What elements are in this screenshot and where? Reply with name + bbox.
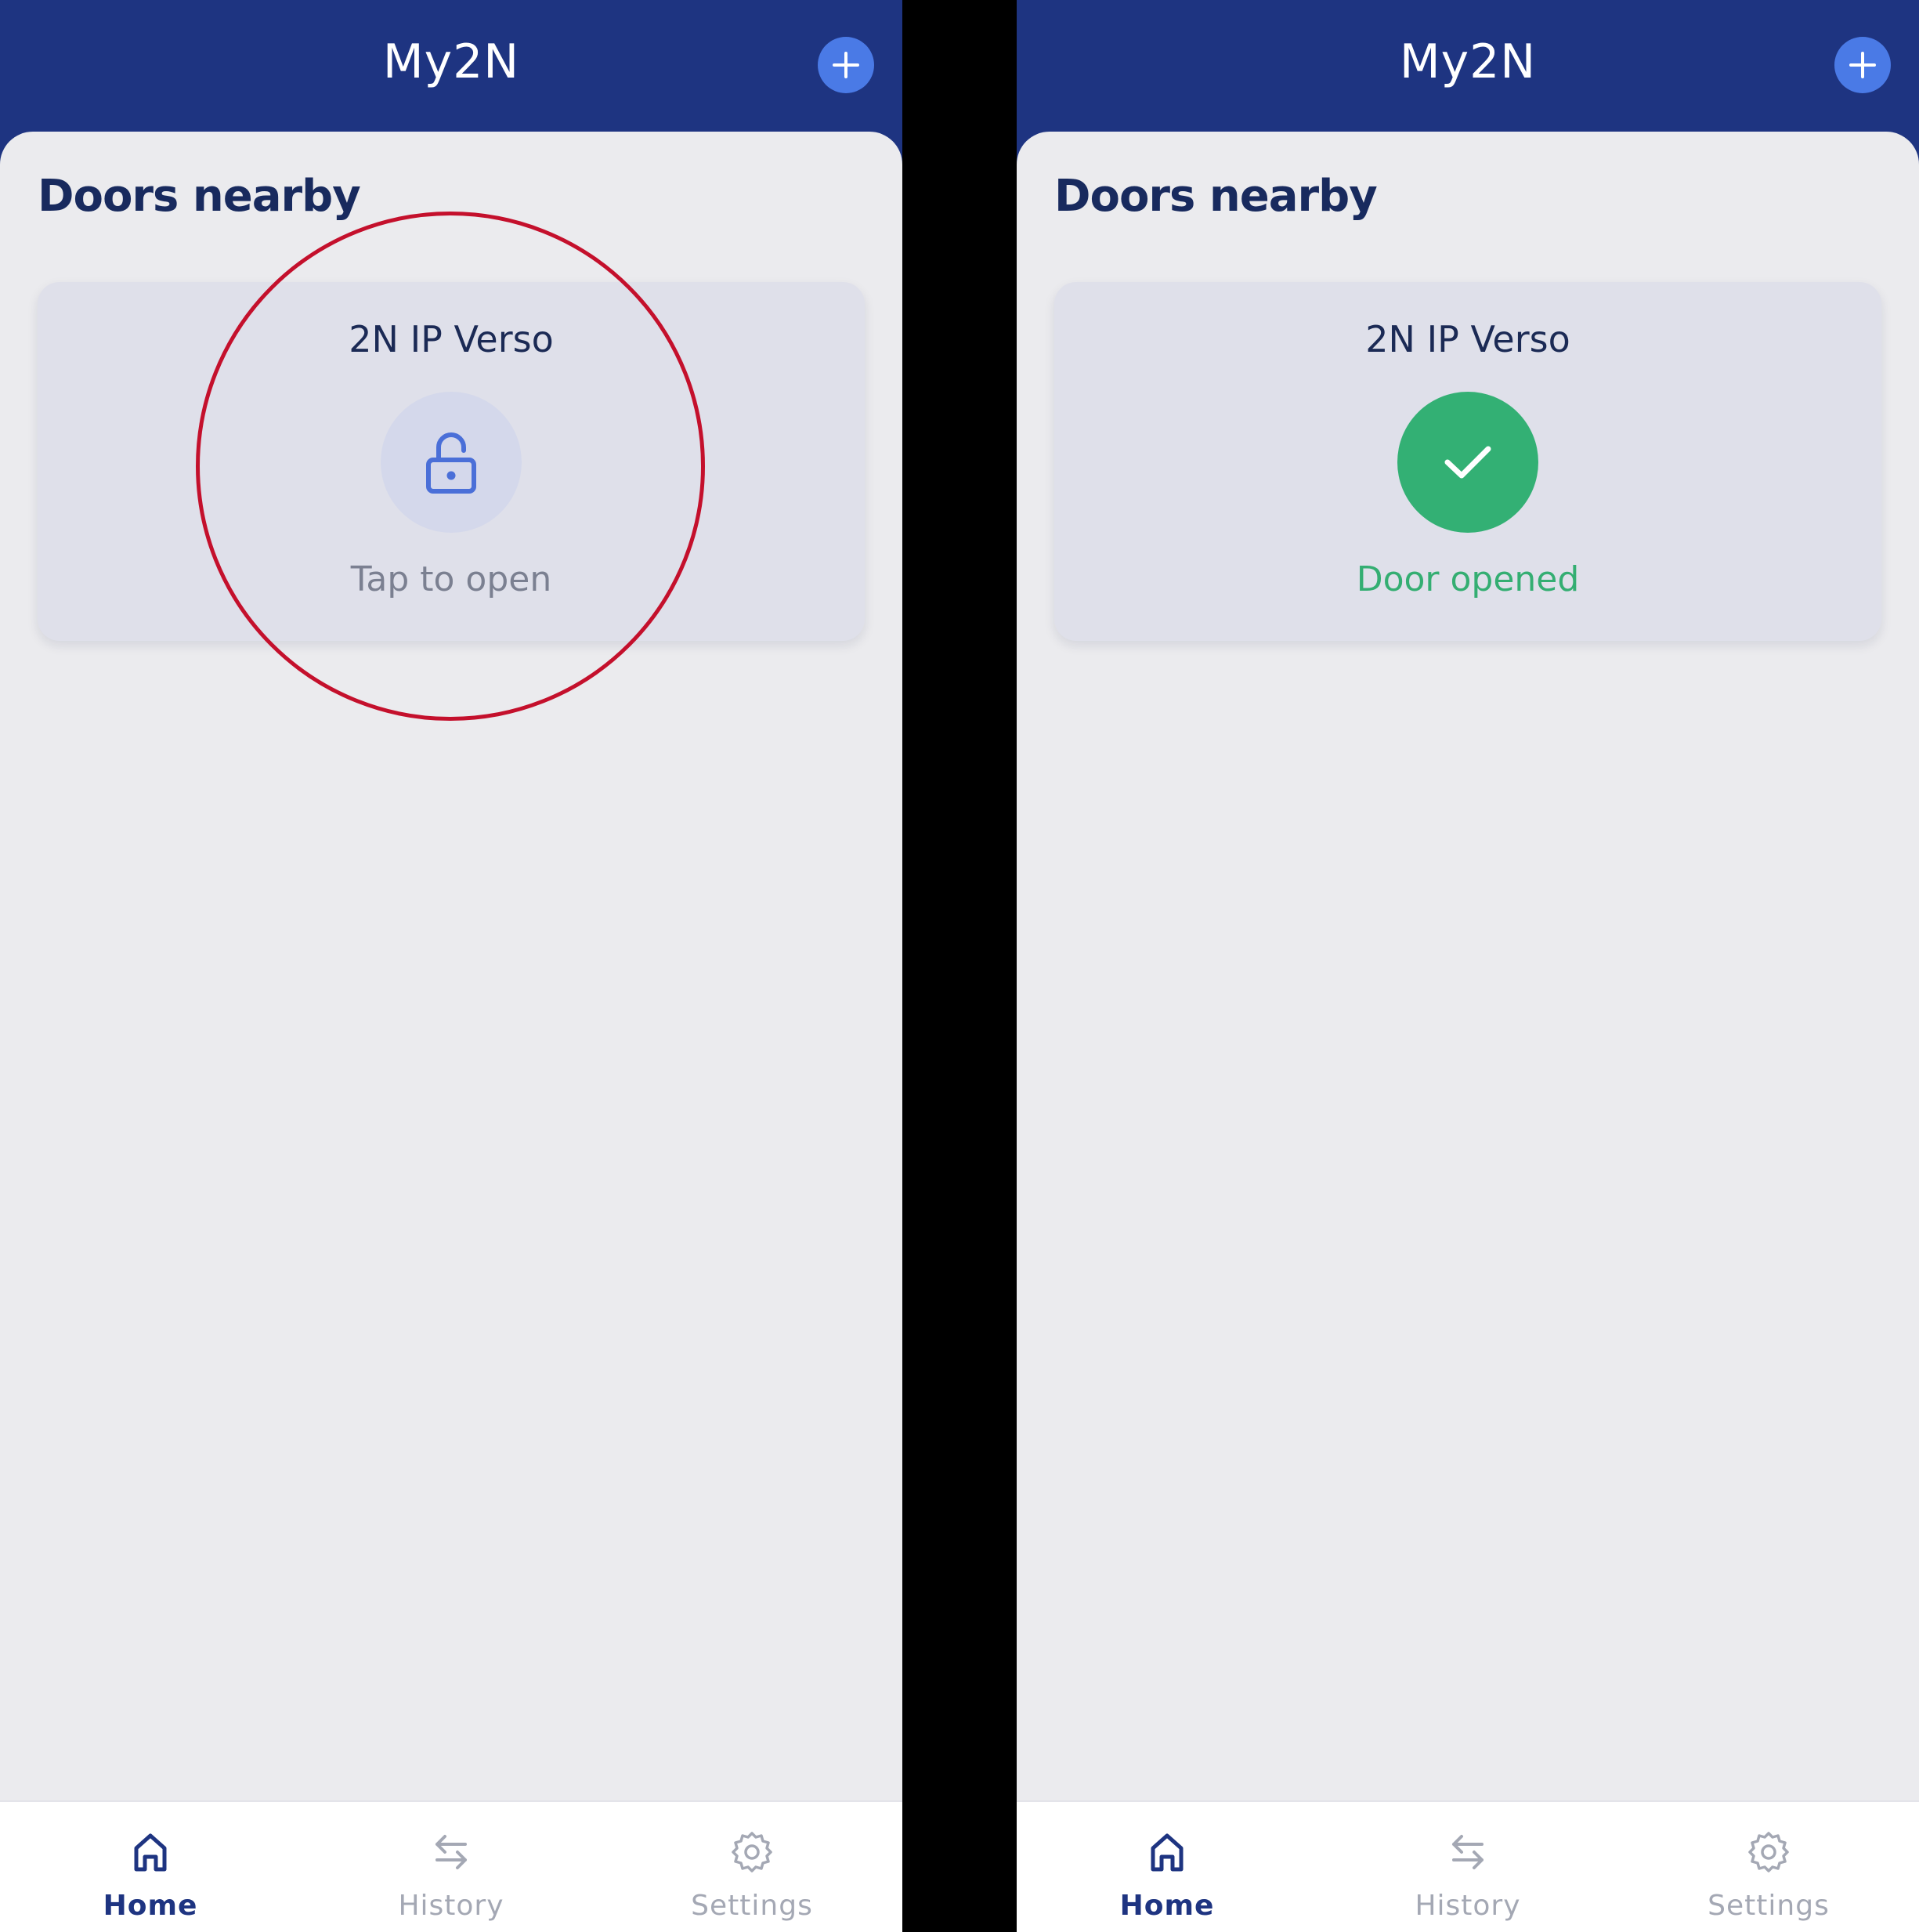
swap-arrows-icon: [1452, 1835, 1484, 1869]
nav-settings-label: Settings: [691, 1890, 813, 1922]
nav-history[interactable]: History: [301, 1802, 602, 1932]
add-button[interactable]: [1834, 37, 1891, 93]
highlight-circle: [196, 212, 705, 721]
door-opened-indicator[interactable]: [1397, 392, 1538, 533]
app-header: My2N: [0, 0, 902, 132]
nav-home-label: Home: [1119, 1890, 1215, 1922]
home-icon: [1151, 1833, 1184, 1872]
nav-history-label: History: [398, 1890, 504, 1922]
bottom-nav: Home History Settings: [0, 1800, 902, 1932]
section-title: Doors nearby: [1054, 171, 1378, 222]
gear-icon: [1748, 1832, 1789, 1872]
swap-arrows-icon: [435, 1835, 467, 1869]
nav-settings[interactable]: Settings: [602, 1802, 902, 1932]
door-card[interactable]: 2N IP Verso Door opened: [1054, 282, 1881, 641]
phone-screen-after: My2N Doors nearby 2N IP Verso Door opene…: [1017, 0, 1919, 1932]
gear-icon: [732, 1832, 772, 1872]
nav-home[interactable]: Home: [0, 1802, 301, 1932]
app-title: My2N: [382, 34, 520, 89]
nav-history[interactable]: History: [1317, 1802, 1618, 1932]
door-status: Door opened: [1356, 559, 1580, 599]
nav-settings-label: Settings: [1708, 1890, 1830, 1922]
checkmark-icon: [1444, 446, 1491, 479]
nav-history-label: History: [1415, 1890, 1521, 1922]
nav-home-label: Home: [103, 1890, 198, 1922]
plus-icon: [833, 52, 859, 78]
home-icon: [134, 1833, 167, 1872]
section-title: Doors nearby: [38, 171, 361, 222]
app-header: My2N: [1017, 0, 1919, 132]
add-button[interactable]: [818, 37, 874, 93]
nav-settings[interactable]: Settings: [1618, 1802, 1919, 1932]
phone-screen-before: My2N Doors nearby 2N IP Verso Tap to ope…: [0, 0, 902, 1932]
plus-icon: [1849, 52, 1876, 78]
door-name: 2N IP Verso: [1365, 318, 1570, 360]
content-sheet: Doors nearby 2N IP Verso Door opened: [1017, 132, 1919, 1800]
bottom-nav: Home History Settings: [1017, 1800, 1919, 1932]
nav-home[interactable]: Home: [1017, 1802, 1317, 1932]
app-title: My2N: [1399, 34, 1537, 89]
